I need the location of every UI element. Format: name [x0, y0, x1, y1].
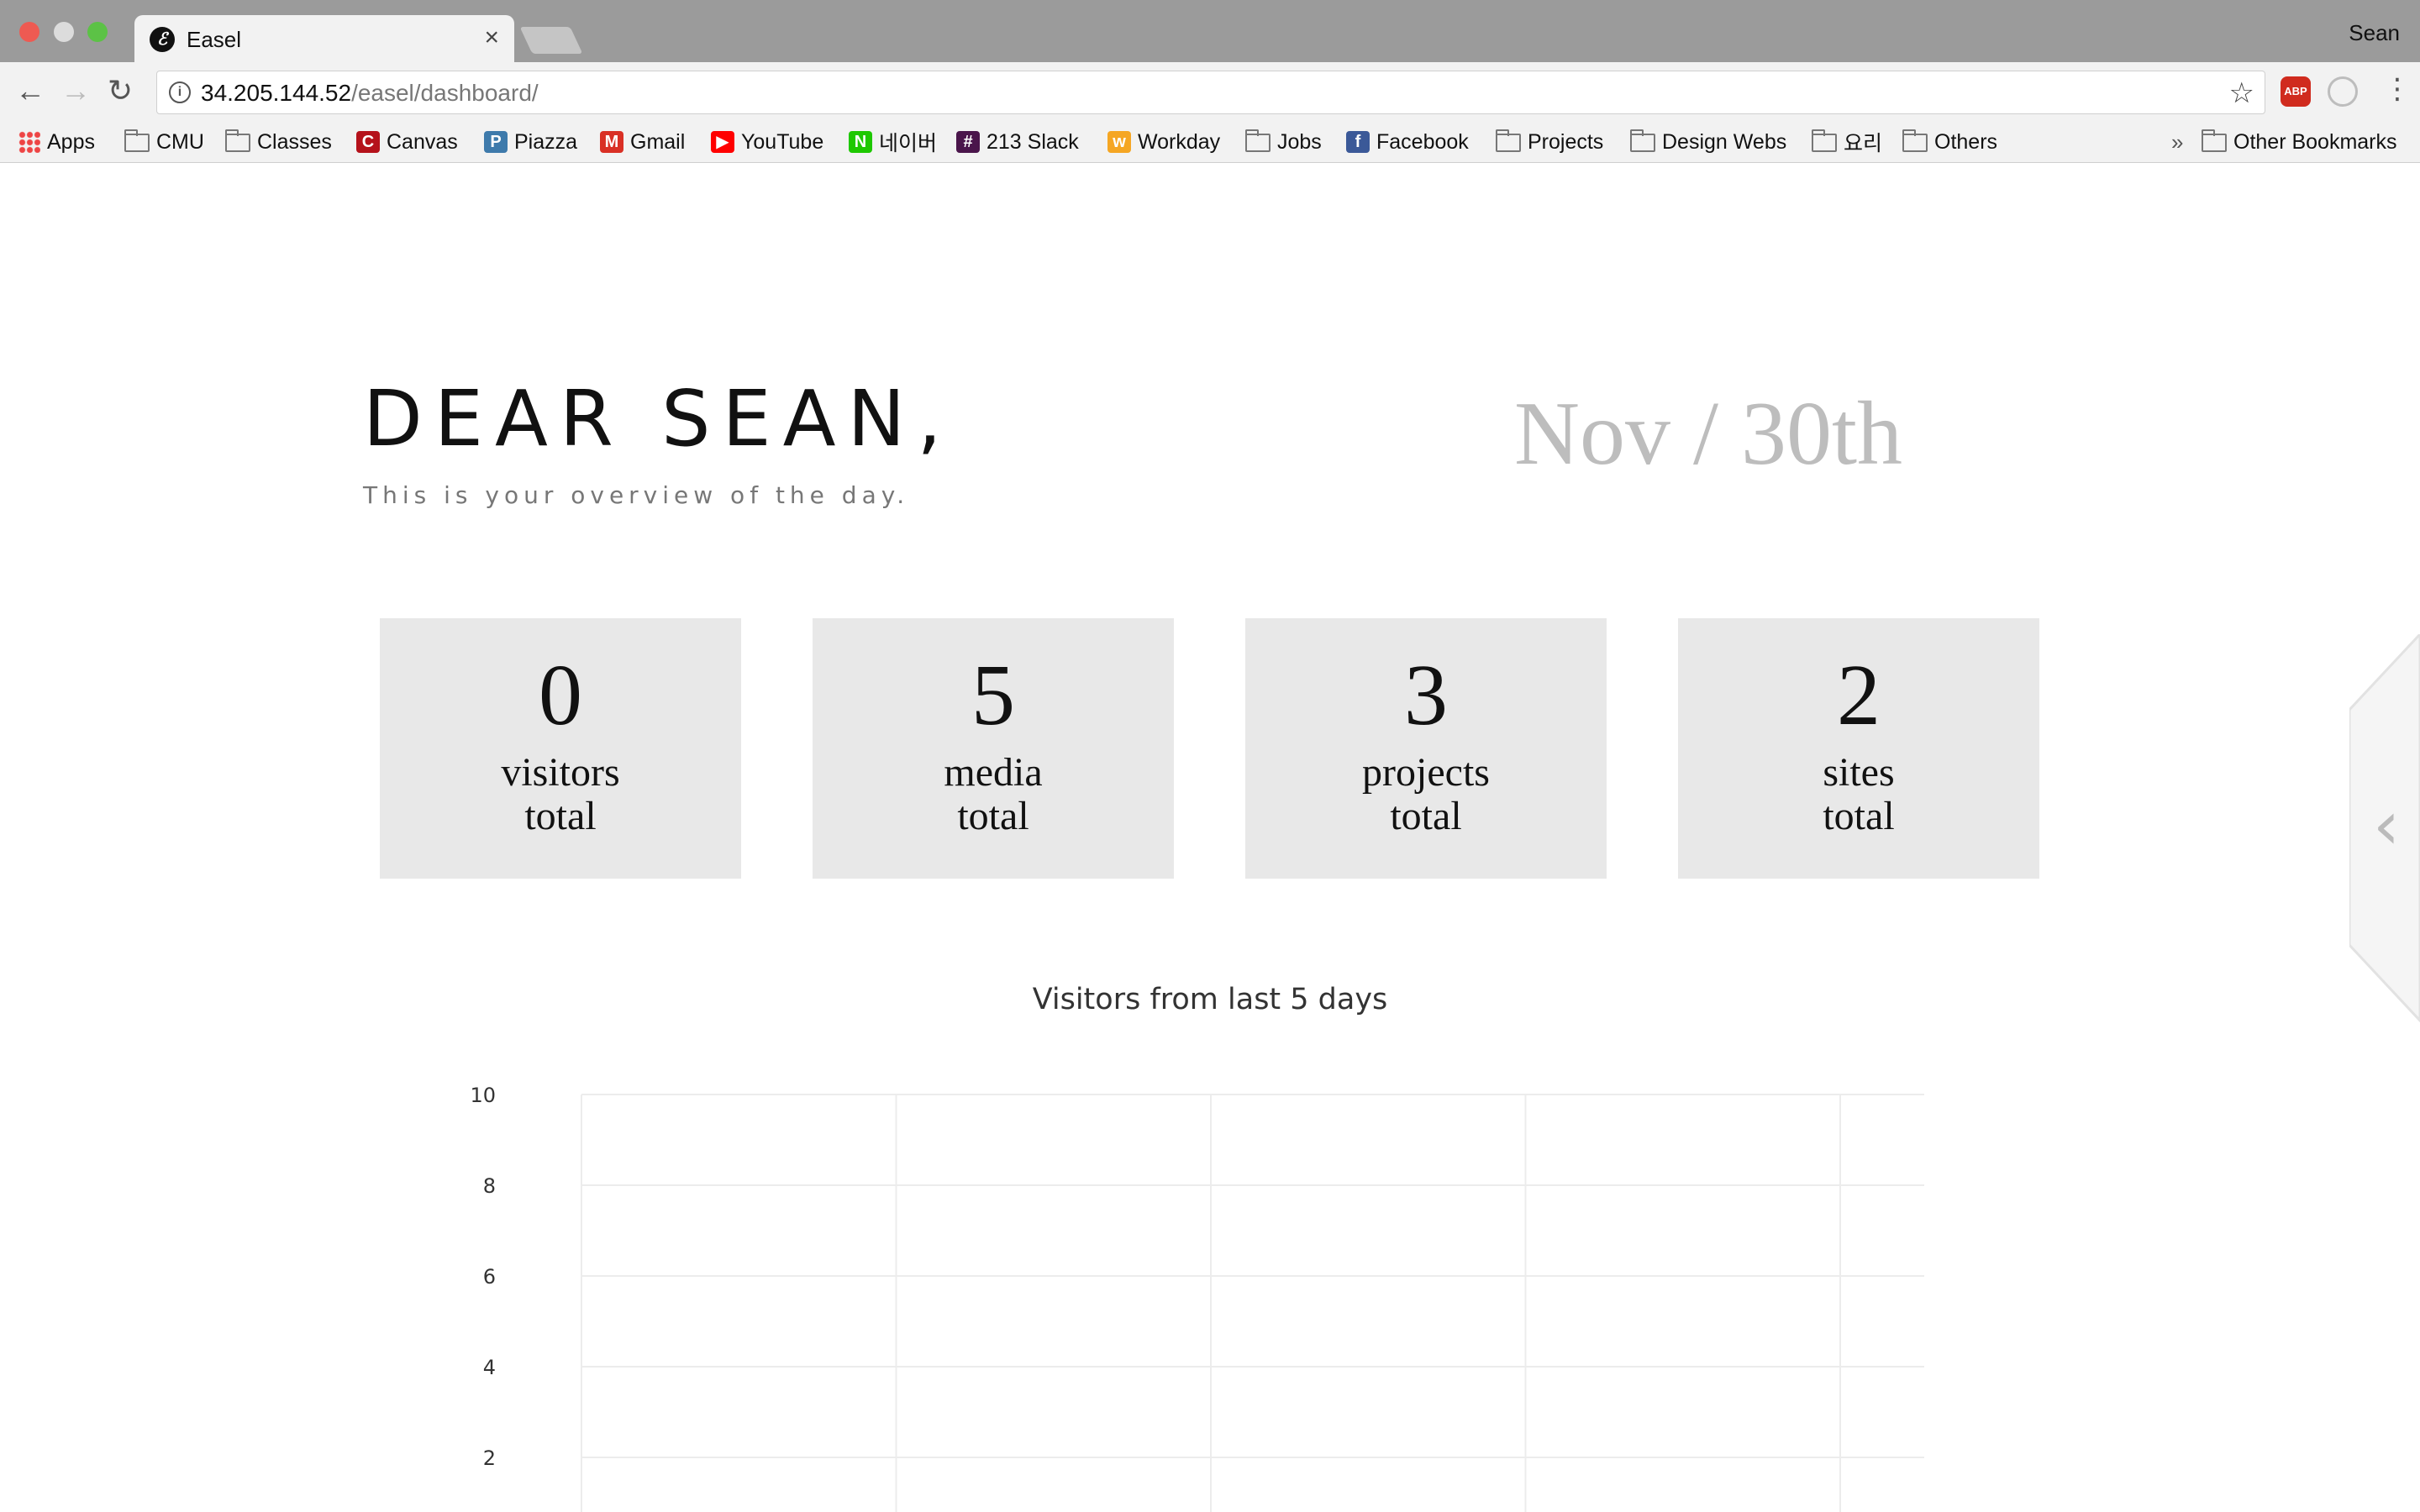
- bookmark-label: 요리: [1844, 132, 1883, 155]
- y-tick-label: 8: [483, 1174, 496, 1198]
- bookmark-label: Workday: [1138, 129, 1221, 154]
- bookmark-item[interactable]: #213 Slack: [956, 128, 1079, 156]
- bookmark-label: 213 Slack: [986, 129, 1079, 154]
- bookmark-label: 네이버: [879, 132, 938, 155]
- bookmark-label: Canvas: [387, 129, 458, 154]
- bookmark-other-bookmarks[interactable]: Other Bookmarks: [2202, 128, 2397, 156]
- bookmark-item[interactable]: Projects: [1496, 128, 1603, 156]
- bookmark-item[interactable]: P Piazza: [484, 128, 577, 156]
- slack-icon: #: [956, 131, 980, 153]
- tab-close-icon[interactable]: ×: [484, 24, 499, 52]
- folder-icon: [1812, 129, 1837, 152]
- page-viewport: DEAR SEAN, This is your overview of the …: [0, 164, 2420, 1512]
- folder-icon: [1630, 129, 1655, 152]
- bookmark-item[interactable]: Others: [1902, 128, 1997, 156]
- tab-title: Easel: [187, 27, 242, 52]
- bookmark-label: Other Bookmarks: [2233, 129, 2397, 154]
- workday-icon: w: [1107, 131, 1131, 153]
- forward-arrow-icon[interactable]: →: [60, 74, 91, 108]
- window-titlebar: ℰ Easel × Sean: [0, 0, 2420, 62]
- site-info-icon[interactable]: i: [169, 81, 191, 103]
- bookmark-label: CMU: [156, 129, 204, 154]
- url-text[interactable]: 34.205.144.52/easel/dashboard/: [201, 80, 539, 107]
- bookmark-item[interactable]: C Canvas: [356, 128, 458, 156]
- close-window-button[interactable]: [19, 22, 39, 42]
- bookmark-label: Projects: [1528, 129, 1604, 154]
- address-bar[interactable]: i 34.205.144.52/easel/dashboard/ ☆: [156, 71, 2265, 114]
- bookmark-item[interactable]: Apps: [18, 128, 95, 156]
- folder-icon: [1902, 129, 1928, 152]
- bookmark-item[interactable]: 요리: [1812, 128, 1882, 156]
- bookmark-item[interactable]: Classes: [225, 128, 332, 156]
- bookmarks-bar: » Other Bookmarks Apps CMU Classes C Canvas P…: [0, 121, 2420, 163]
- facebook-icon: f: [1346, 131, 1370, 153]
- bookmark-item[interactable]: w Workday: [1107, 128, 1220, 156]
- bookmark-item[interactable]: ▶ YouTube: [711, 128, 823, 156]
- bookmark-item[interactable]: N 네이버: [849, 128, 937, 156]
- piazza-icon: P: [484, 131, 508, 153]
- more-bookmarks-chevron-icon[interactable]: »: [2171, 129, 2183, 155]
- browser-tab[interactable]: ℰ Easel ×: [134, 15, 514, 62]
- folder-icon: [124, 129, 150, 152]
- y-tick-label: 10: [470, 1084, 496, 1107]
- y-tick-label: 6: [483, 1265, 496, 1289]
- bookmark-item[interactable]: Jobs: [1245, 128, 1322, 156]
- url-path: /easel/dashboard/: [351, 80, 539, 106]
- folder-icon: [1245, 129, 1270, 152]
- gmail-icon: M: [600, 131, 623, 153]
- youtube-icon: ▶: [711, 131, 734, 153]
- bookmark-label: Piazza: [514, 129, 578, 154]
- minimize-window-button[interactable]: [54, 22, 74, 42]
- bookmark-label: YouTube: [741, 129, 824, 154]
- apps-grid-icon: [18, 131, 40, 153]
- url-host: 34.205.144.52: [201, 80, 352, 106]
- bookmark-item[interactable]: Design Webs: [1630, 128, 1786, 156]
- visitors-chart: 10 8 6 4 2: [470, 1084, 1924, 1512]
- bookmark-item[interactable]: f Facebook: [1346, 128, 1469, 156]
- reload-icon[interactable]: ↻: [108, 74, 133, 108]
- browser-menu-icon[interactable]: ⋮: [2383, 72, 2412, 106]
- bookmark-label: Design Webs: [1662, 129, 1787, 154]
- bookmark-label: Facebook: [1376, 129, 1469, 154]
- folder-icon: [225, 129, 250, 152]
- back-arrow-icon[interactable]: ←: [15, 74, 45, 108]
- bookmark-item[interactable]: M Gmail: [600, 128, 685, 156]
- chevron-left-icon: ‹: [2373, 786, 2400, 864]
- easel-favicon-icon: ℰ: [150, 27, 175, 52]
- bookmark-label: Classes: [257, 129, 332, 154]
- maximize-window-button[interactable]: [87, 22, 108, 42]
- browser-toolbar: ← → ↻ i 34.205.144.52/easel/dashboard/ ☆…: [0, 62, 2420, 121]
- y-tick-label: 4: [483, 1356, 496, 1379]
- profile-name[interactable]: Sean: [2349, 20, 2400, 46]
- bookmark-label: Apps: [47, 129, 95, 154]
- new-tab-button[interactable]: [519, 27, 583, 54]
- extension-icon[interactable]: [2328, 76, 2358, 107]
- naver-icon: N: [849, 131, 872, 153]
- adblock-plus-icon[interactable]: ABP: [2281, 76, 2311, 107]
- folder-icon: [2202, 129, 2227, 152]
- folder-icon: [1496, 129, 1521, 152]
- bookmark-label: Others: [1934, 129, 1998, 154]
- canvas-icon: C: [356, 131, 380, 153]
- side-panel-toggle[interactable]: ‹: [2349, 634, 2420, 1037]
- bookmark-item[interactable]: CMU: [124, 128, 204, 156]
- bookmark-label: Gmail: [630, 129, 686, 154]
- bookmark-star-icon[interactable]: ☆: [2229, 76, 2254, 110]
- y-tick-label: 2: [483, 1446, 496, 1470]
- bookmark-label: Jobs: [1277, 129, 1322, 154]
